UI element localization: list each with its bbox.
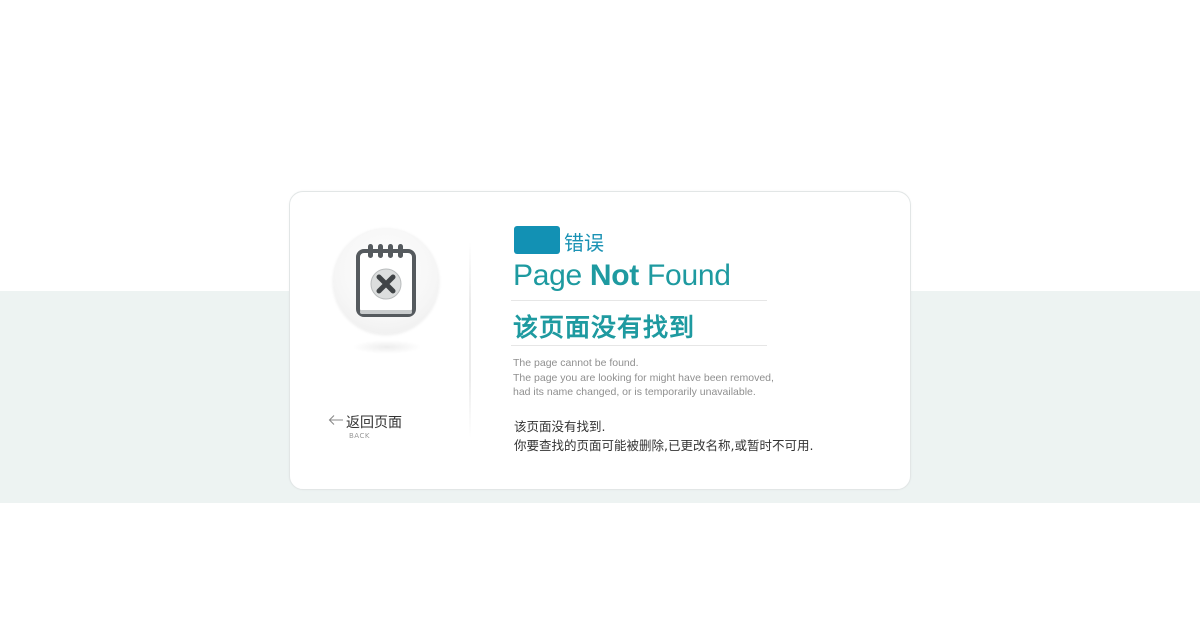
error-card: 返回页面 BACK 错误 Page Not Found 该页面没有找到 The … (289, 191, 911, 490)
title-part-3: Found (639, 259, 731, 292)
back-sublabel: BACK (349, 432, 370, 440)
description-cn-line: 你要查找的页面可能被删除,已更改名称,或暂时不可用. (514, 438, 814, 453)
icon-badge (333, 228, 439, 334)
description-en-line: The page cannot be found. (513, 357, 639, 369)
back-label[interactable]: 返回页面 (346, 412, 402, 432)
title-divider-top (511, 300, 767, 301)
description-en-line: The page you are looking for might have … (513, 371, 774, 384)
vertical-divider (469, 242, 471, 438)
description-cn-line: 该页面没有找到. (514, 419, 606, 434)
description-en: The page cannot be found. The page you a… (513, 356, 774, 400)
page-title-en: Page Not Found (513, 259, 731, 293)
title-divider-bottom (511, 345, 767, 346)
error-label: 错误 (564, 231, 604, 255)
page-title-cn: 该页面没有找到 (513, 313, 696, 342)
title-part-2: Not (589, 259, 639, 292)
left-arrow-icon (328, 415, 343, 425)
title-part-1: Page (513, 259, 590, 292)
error-badge (514, 226, 560, 254)
calendar-error-icon (356, 244, 416, 317)
icon-shadow (352, 340, 422, 354)
description-en-line: had its name changed, or is temporarily … (513, 386, 756, 398)
description-cn: 该页面没有找到. 你要查找的页面可能被删除,已更改名称,或暂时不可用. (514, 417, 813, 455)
